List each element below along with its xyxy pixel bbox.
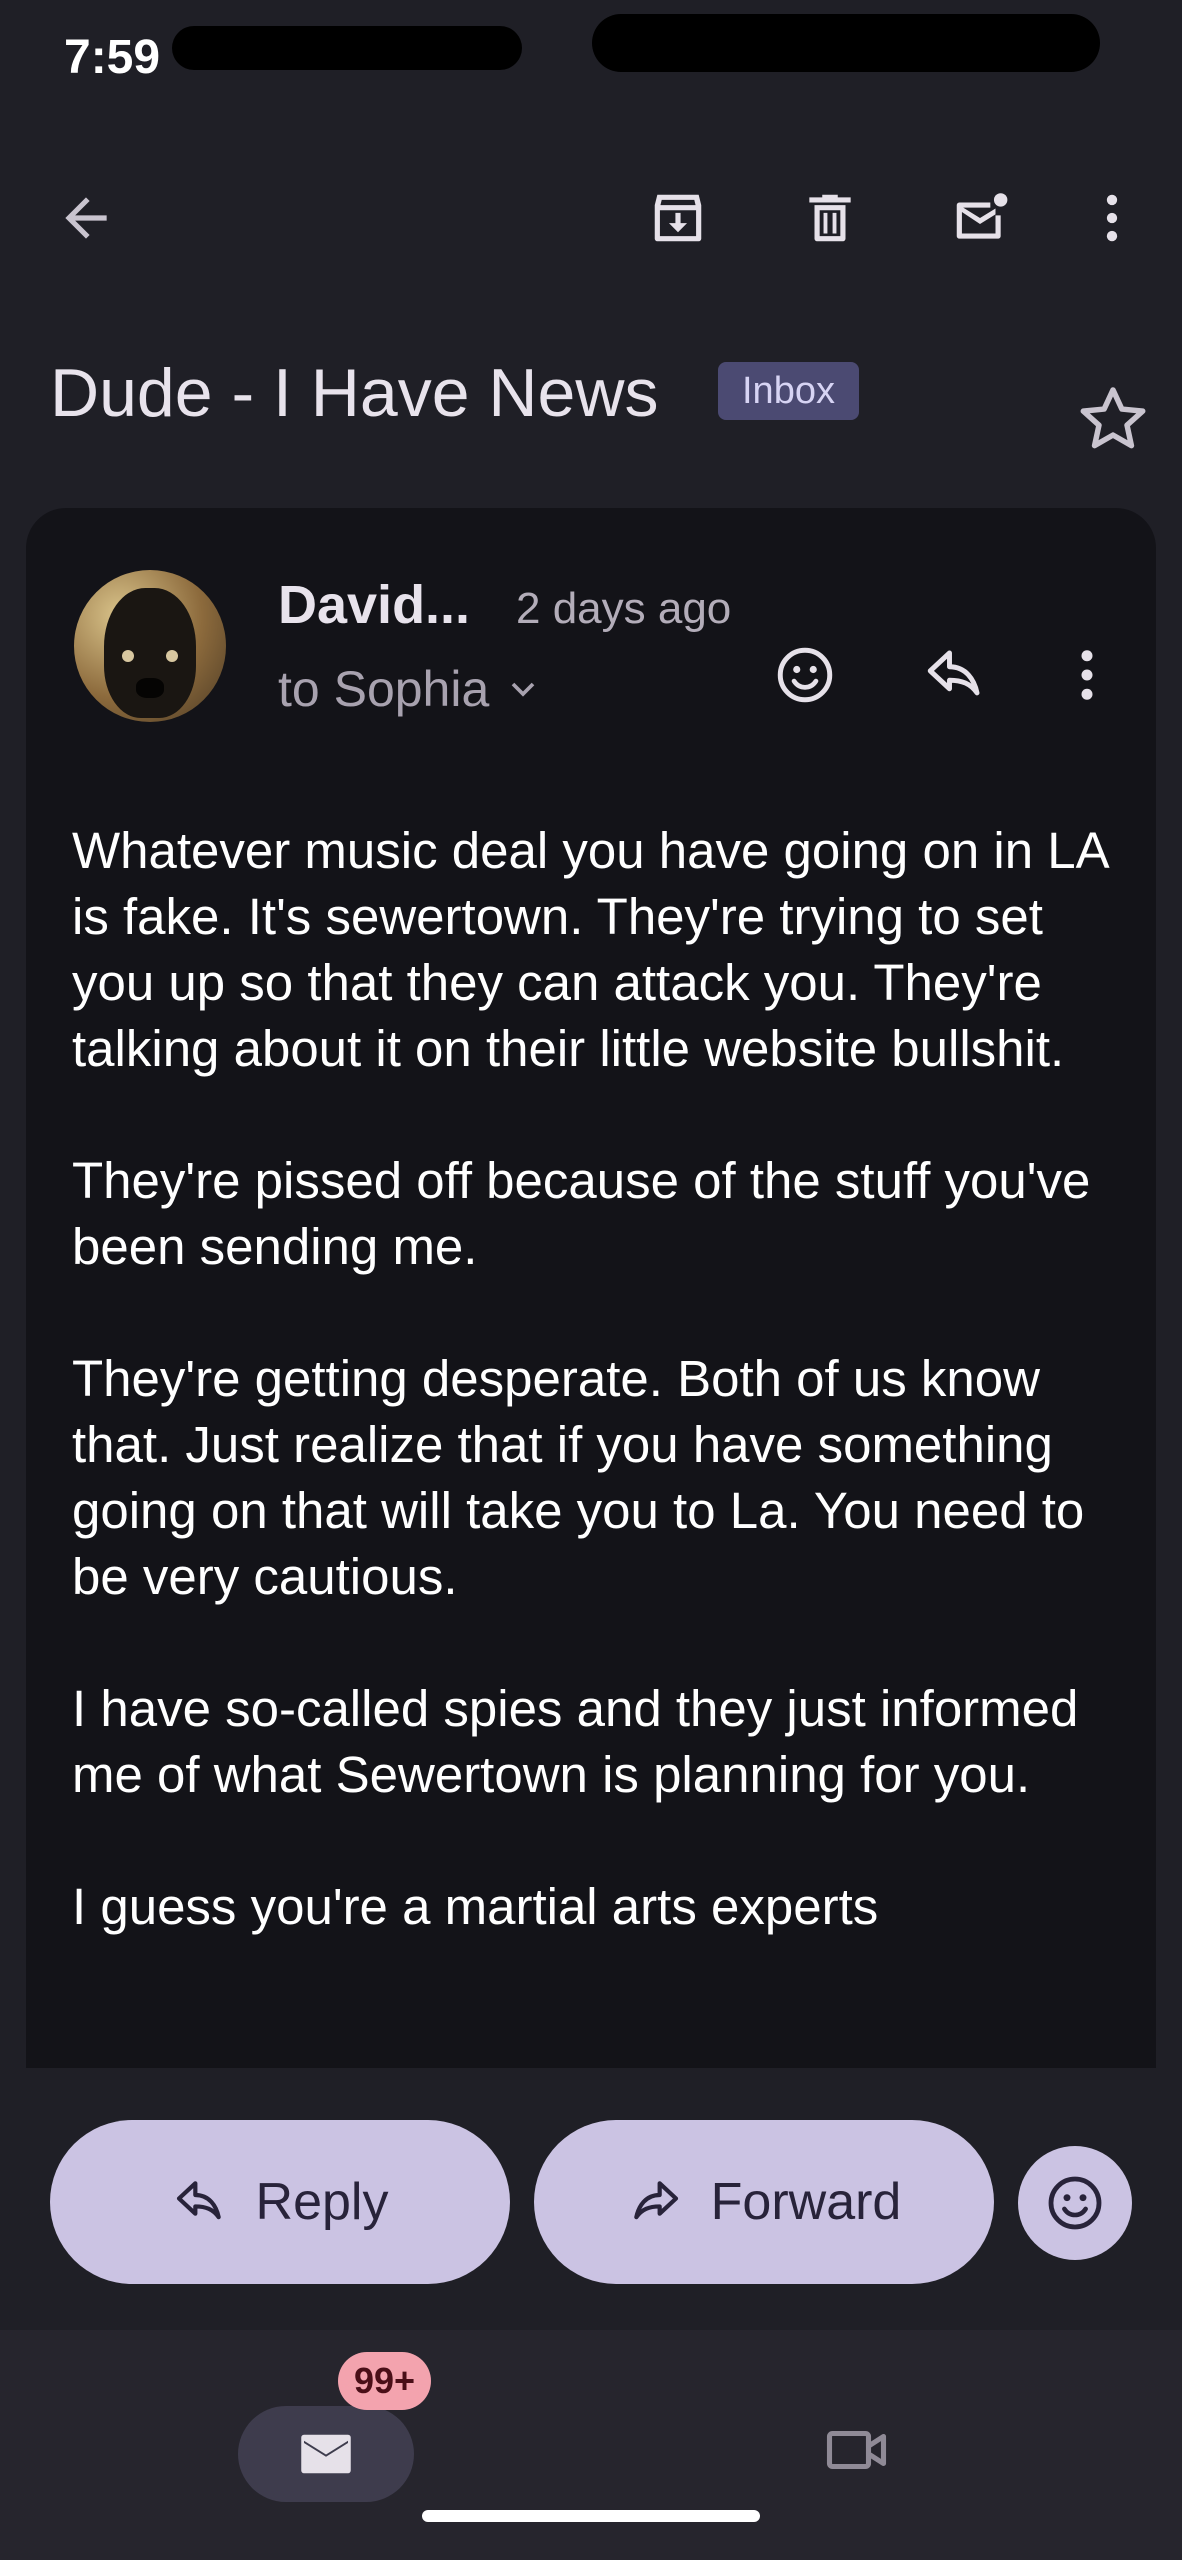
- nav-mail-tab[interactable]: [238, 2406, 414, 2502]
- email-time: 2 days ago: [516, 584, 732, 633]
- home-indicator[interactable]: [422, 2510, 760, 2522]
- back-button[interactable]: [38, 170, 134, 266]
- action-row: Reply Forward: [0, 2068, 1182, 2330]
- body-paragraph: I have so-called spies and they just inf…: [72, 1680, 1079, 1803]
- more-vert-icon: [1106, 194, 1118, 242]
- redacted-area: [172, 26, 522, 70]
- email-subject: Dude - I Have News: [50, 355, 659, 431]
- archive-icon: [654, 194, 702, 242]
- reply-icon: [176, 2181, 221, 2220]
- bottom-navigation: 99+: [0, 2330, 1182, 2560]
- inbox-label-chip[interactable]: Inbox: [718, 362, 859, 420]
- emoji-icon: [1048, 2176, 1102, 2230]
- star-icon[interactable]: [1072, 378, 1154, 460]
- reply-label: Reply: [255, 2173, 389, 2231]
- more-vert-icon: [1081, 650, 1093, 700]
- body-paragraph: They're pissed off because of the stuff …: [72, 1152, 1091, 1275]
- reply-pill-button[interactable]: Reply: [50, 2120, 510, 2284]
- unread-count-badge: 99+: [338, 2352, 432, 2410]
- trash-icon: [809, 194, 851, 242]
- body-paragraph: I guess you're a martial arts experts: [72, 1878, 879, 1935]
- status-bar: 7:59: [0, 0, 1182, 120]
- body-paragraph: They're getting desperate. Both of us kn…: [72, 1350, 1085, 1605]
- email-message-card: David... 2 days ago to Sophia Whatever m…: [26, 508, 1156, 2068]
- forward-pill-button[interactable]: Forward: [534, 2120, 994, 2284]
- subject-row: Dude - I Have News Inbox: [50, 348, 1146, 449]
- emoji-icon: [777, 647, 833, 703]
- email-screen: 7:59 Dude - I Have News Inbox David... 2…: [0, 0, 1182, 2560]
- video-camera-icon: [826, 2430, 887, 2470]
- mail-icon: [301, 2434, 351, 2474]
- recipient-text: to Sophia: [278, 661, 490, 717]
- mark-unread-button[interactable]: [932, 170, 1028, 266]
- archive-button[interactable]: [630, 170, 726, 266]
- sender-avatar[interactable]: [74, 570, 226, 722]
- forward-label: Forward: [710, 2173, 902, 2231]
- mail-unread-icon: [956, 193, 1008, 239]
- reply-icon: [927, 650, 980, 696]
- emoji-reaction-button[interactable]: [1018, 2146, 1132, 2260]
- forward-icon: [633, 2181, 678, 2220]
- reply-button[interactable]: [910, 630, 1000, 720]
- email-body: Whatever music deal you have going on in…: [72, 818, 1132, 2006]
- sender-name[interactable]: David...: [278, 574, 470, 636]
- nav-meet-tab[interactable]: [810, 2402, 906, 2498]
- avatar-dog-image: [104, 588, 196, 718]
- delete-button[interactable]: [782, 170, 878, 266]
- status-time: 7:59: [64, 31, 161, 84]
- arrow-back-icon: [65, 197, 107, 239]
- top-toolbar: [0, 160, 1182, 280]
- more-options-button[interactable]: [1064, 170, 1160, 266]
- recipient-details-toggle[interactable]: to Sophia: [278, 660, 543, 718]
- message-more-button[interactable]: [1042, 630, 1132, 720]
- react-emoji-button[interactable]: [760, 630, 850, 720]
- body-paragraph: Whatever music deal you have going on in…: [72, 822, 1107, 1077]
- chevron-down-icon: [511, 682, 535, 697]
- redacted-area: [592, 14, 1100, 72]
